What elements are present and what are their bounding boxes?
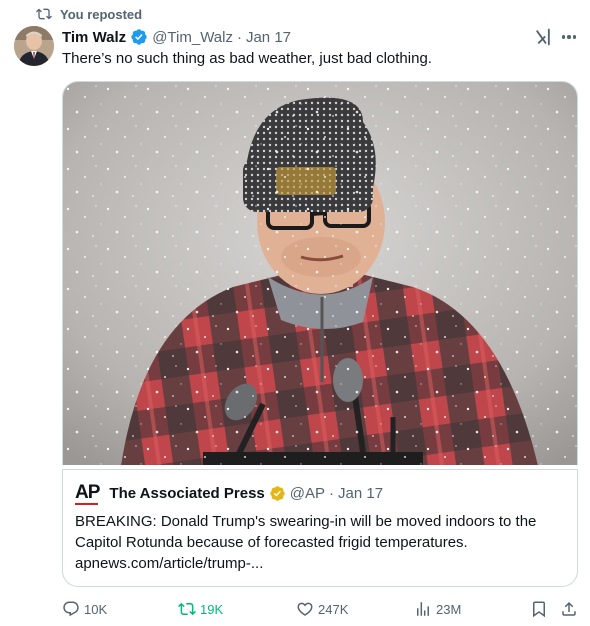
- bookmark-button[interactable]: [530, 598, 548, 620]
- quoted-author-handle[interactable]: @AP: [290, 485, 325, 502]
- more-options-icon[interactable]: [558, 27, 580, 47]
- tweet-photo[interactable]: [62, 81, 578, 465]
- ap-logo: AP: [75, 482, 100, 505]
- quoted-tweet-header: AP The Associated Press @AP · Jan 17: [75, 482, 565, 505]
- tweet-header: Tim Walz @Tim_Walz · Jan 17: [62, 27, 520, 47]
- author-handle[interactable]: @Tim_Walz: [152, 29, 233, 46]
- like-button[interactable]: 247K: [296, 598, 348, 620]
- views-button[interactable]: 23M: [414, 598, 461, 620]
- repost-banner-label: You reposted: [60, 6, 143, 22]
- share-icon: [562, 601, 576, 616]
- quoted-tweet-text: BREAKING: Donald Trump's swearing-in wil…: [75, 513, 537, 572]
- quoted-tweet-card[interactable]: AP The Associated Press @AP · Jan 17 BRE…: [62, 469, 578, 587]
- author-name[interactable]: Tim Walz: [62, 29, 126, 46]
- photo-image: [63, 82, 577, 465]
- repost-icon: [178, 602, 196, 616]
- reply-button[interactable]: 10K: [62, 598, 107, 620]
- verified-badge-icon[interactable]: [130, 28, 148, 46]
- avatar[interactable]: [14, 26, 54, 66]
- quoted-separator-dot: ·: [329, 484, 335, 502]
- reply-count: 10K: [84, 601, 108, 617]
- repost-banner[interactable]: You reposted: [36, 5, 142, 23]
- repost-icon: [36, 8, 52, 20]
- grok-icon[interactable]: [533, 27, 553, 47]
- repost-button[interactable]: 19K: [178, 598, 223, 620]
- tweet-text: There’s no such thing as bad weather, ju…: [62, 50, 432, 67]
- bookmark-icon: [533, 601, 545, 618]
- share-button[interactable]: [560, 598, 578, 620]
- analytics-icon: [417, 602, 429, 616]
- tweet-date[interactable]: Jan 17: [246, 29, 291, 46]
- like-count: 247K: [318, 601, 349, 617]
- verified-org-badge-icon[interactable]: [269, 485, 286, 502]
- avatar-image: [14, 26, 54, 66]
- views-count: 23M: [436, 601, 462, 617]
- quoted-tweet-date[interactable]: Jan 17: [338, 485, 383, 502]
- separator-dot: ·: [236, 28, 242, 46]
- repost-count: 19K: [200, 601, 224, 617]
- reply-icon: [63, 601, 79, 617]
- heart-icon: [297, 602, 313, 616]
- action-bar: 10K 19K 247K 23M: [60, 598, 584, 620]
- quoted-author-name[interactable]: The Associated Press: [109, 485, 264, 502]
